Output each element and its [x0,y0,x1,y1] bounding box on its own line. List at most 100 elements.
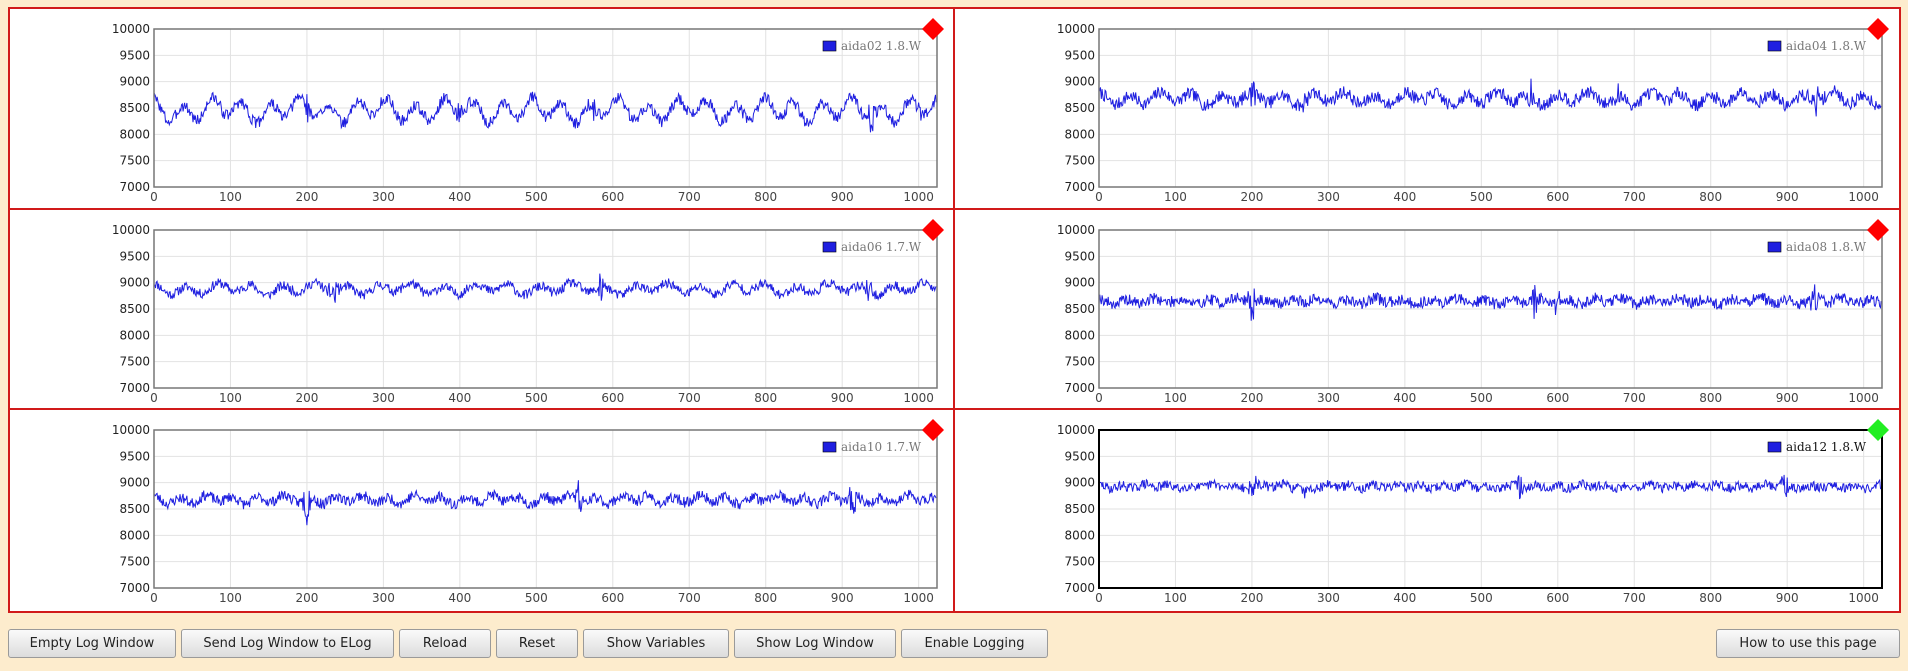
chart-panel-aida06[interactable]: 0 100 200 300 400 500 600 700 800 900 1000 10000 950… [10,209,955,411]
chart-panel-aida10[interactable]: 0 100 200 300 400 500 600 700 800 900 1000 10000 950… [10,410,955,611]
y-tick-label: 7000 [119,381,150,395]
x-tick-label: 800 [754,591,777,605]
series-line-aida06 [153,273,937,303]
y-tick-label: 10000 [1056,22,1094,36]
series-line-aida04 [1098,78,1882,117]
x-tick-label: 900 [1775,190,1798,204]
x-tick-label: 300 [372,190,395,204]
reset-button[interactable]: Reset [496,629,578,658]
chart-svg: 0 100 200 300 400 500 600 700 800 900 1000 10000 950… [1056,419,1889,605]
y-tick-label: 10000 [112,22,150,36]
x-tick-label: 300 [1316,591,1339,605]
x-tick-label: 1000 [1848,391,1879,405]
x-tick-label: 600 [601,190,624,204]
enable-logging-button[interactable]: Enable Logging [901,629,1048,658]
x-tick-label: 300 [1316,391,1339,405]
x-tick-label: 100 [219,190,242,204]
y-tick-label: 10000 [1056,423,1094,437]
x-tick-label: 200 [1240,190,1263,204]
y-tick-label: 8500 [119,302,150,316]
x-tick-label: 800 [754,391,777,405]
x-tick-label: 700 [1622,190,1645,204]
green-diamond-icon[interactable] [1866,419,1889,442]
y-tick-label: 8000 [119,328,150,342]
legend-swatch [822,241,837,252]
x-tick-label: 700 [678,190,701,204]
y-tick-label: 9000 [119,275,150,289]
x-tick-label: 100 [1164,591,1187,605]
x-tick-label: 400 [1393,391,1416,405]
x-tick-label: 400 [1393,591,1416,605]
legend-label-aida06: aida06 1.7.W [841,240,922,254]
chart-svg: 0 100 200 300 400 500 600 700 800 900 1000 10000 950… [112,419,944,605]
y-tick-label: 8500 [1064,101,1095,115]
x-tick-label: 200 [1240,591,1263,605]
show-log-window-button[interactable]: Show Log Window [734,629,896,658]
x-tick-label: 100 [219,591,242,605]
red-diamond-icon[interactable] [922,18,944,40]
x-tick-label: 600 [601,391,624,405]
red-diamond-icon[interactable] [1866,18,1889,40]
legend-swatch [822,442,837,453]
x-tick-label: 500 [1469,391,1492,405]
y-tick-label: 9500 [1064,249,1095,263]
chart-panel-aida12[interactable]: 0 100 200 300 400 500 600 700 800 900 1000 10000 950… [954,410,1899,611]
y-tick-label: 9500 [1064,450,1095,464]
y-tick-label: 7500 [119,555,150,569]
x-tick-label: 900 [831,190,854,204]
x-tick-label: 500 [525,190,548,204]
chart-panel-aida08[interactable]: 0 100 200 300 400 500 600 700 800 900 1000 10000 950… [954,209,1899,411]
chart-svg: 0 100 200 300 400 500 600 700 800 900 1000 10000 950… [1056,218,1889,405]
legend-swatch [1767,442,1781,453]
x-tick-label: 900 [1775,591,1798,605]
y-tick-label: 9000 [119,75,150,89]
x-tick-label: 800 [754,190,777,204]
send-log-window-to-elog-button[interactable]: Send Log Window to ELog [181,629,394,658]
x-tick-label: 200 [1240,391,1263,405]
x-tick-label: 700 [1622,391,1645,405]
x-tick-label: 0 [150,190,158,204]
y-tick-label: 8000 [119,127,150,141]
x-tick-label: 200 [295,591,318,605]
x-tick-label: 700 [678,391,701,405]
series-line-aida02 [153,91,937,133]
y-tick-label: 10000 [112,223,150,237]
x-tick-label: 400 [448,190,471,204]
show-variables-button[interactable]: Show Variables [583,629,729,658]
y-tick-label: 10000 [112,423,150,437]
x-tick-label: 400 [448,391,471,405]
x-tick-label: 800 [1699,591,1722,605]
legend-label-aida02: aida02 1.8.W [841,39,922,53]
x-tick-label: 100 [219,391,242,405]
empty-log-window-button[interactable]: Empty Log Window [8,629,176,658]
x-tick-label: 900 [831,591,854,605]
x-tick-label: 200 [295,391,318,405]
x-tick-label: 700 [1622,591,1645,605]
x-tick-label: 500 [1469,190,1492,204]
y-tick-label: 7000 [1064,581,1095,595]
reload-button[interactable]: Reload [399,629,491,658]
y-tick-label: 9500 [119,48,150,62]
y-tick-label: 9500 [119,249,150,263]
how-to-use-button[interactable]: How to use this page [1716,629,1900,658]
chart-panel-aida02[interactable]: 0 100 200 300 400 500 600 700 800 900 1000 10000 950… [10,9,955,210]
x-tick-label: 1000 [903,591,934,605]
x-tick-label: 600 [601,591,624,605]
x-tick-label: 0 [1095,391,1103,405]
red-diamond-icon[interactable] [1866,218,1889,241]
y-tick-label: 7500 [1064,154,1095,168]
y-tick-label: 7000 [1064,381,1095,395]
y-tick-label: 9000 [119,476,150,490]
x-tick-label: 500 [525,391,548,405]
x-tick-label: 300 [372,391,395,405]
red-diamond-icon[interactable] [922,218,944,241]
red-diamond-icon[interactable] [922,419,944,442]
chart-panel-aida04[interactable]: 0 100 200 300 400 500 600 700 800 900 1000 10000 950… [954,9,1899,210]
y-tick-label: 8500 [1064,302,1095,316]
y-tick-label: 9000 [1064,75,1095,89]
legend-label-aida12: aida12 1.8.W [1786,440,1867,454]
y-tick-label: 9000 [1064,275,1095,289]
x-tick-label: 600 [1546,391,1569,405]
chart-svg: 0 100 200 300 400 500 600 700 800 900 1000 10000 950… [112,18,944,204]
series-line-aida08 [1098,284,1882,321]
